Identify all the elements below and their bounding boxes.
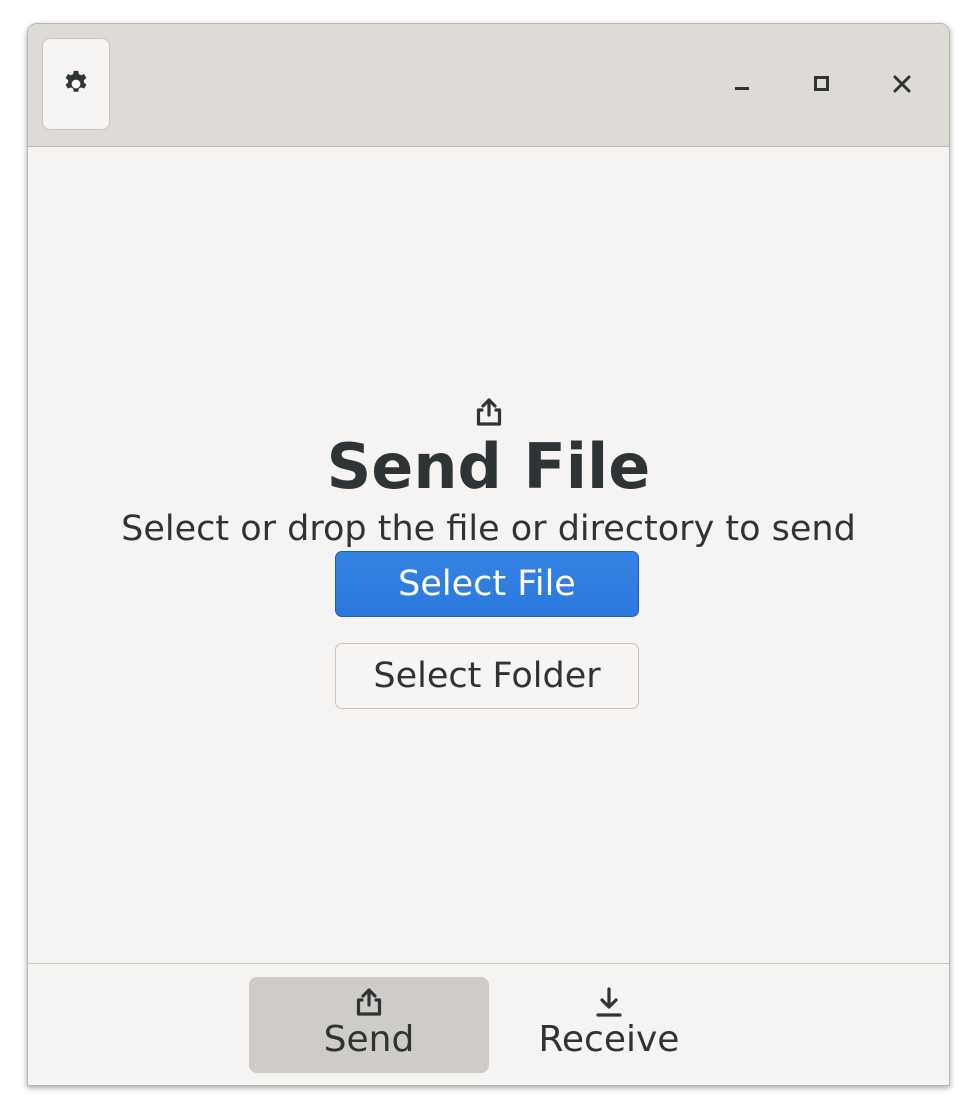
select-folder-button[interactable]: Select Folder	[335, 643, 639, 709]
settings-button[interactable]	[42, 38, 110, 130]
close-icon	[893, 75, 911, 93]
upload-icon	[476, 398, 502, 426]
select-file-button[interactable]: Select File	[335, 551, 639, 617]
page-title: Send File	[326, 430, 651, 503]
app-window: Send File Select or drop the file or dir…	[27, 23, 950, 1086]
send-page: Send File Select or drop the file or dir…	[28, 147, 949, 963]
view-switcher-label: Receive	[538, 1019, 680, 1060]
minimize-button[interactable]	[722, 64, 762, 104]
view-switcher-receive[interactable]: Receive	[489, 977, 729, 1073]
maximize-icon	[814, 76, 829, 91]
download-icon	[596, 987, 622, 1017]
header-bar	[28, 24, 949, 147]
minimize-icon	[735, 87, 749, 90]
view-switcher-send[interactable]: Send	[249, 977, 489, 1073]
gear-icon	[65, 70, 87, 92]
maximize-button[interactable]	[802, 64, 842, 104]
view-switcher-label: Send	[323, 1019, 415, 1060]
page-description: Select or drop the file or directory to …	[121, 509, 856, 549]
upload-icon	[356, 988, 382, 1016]
view-switcher-bar: Send Receive	[28, 963, 949, 1085]
close-button[interactable]	[882, 64, 922, 104]
